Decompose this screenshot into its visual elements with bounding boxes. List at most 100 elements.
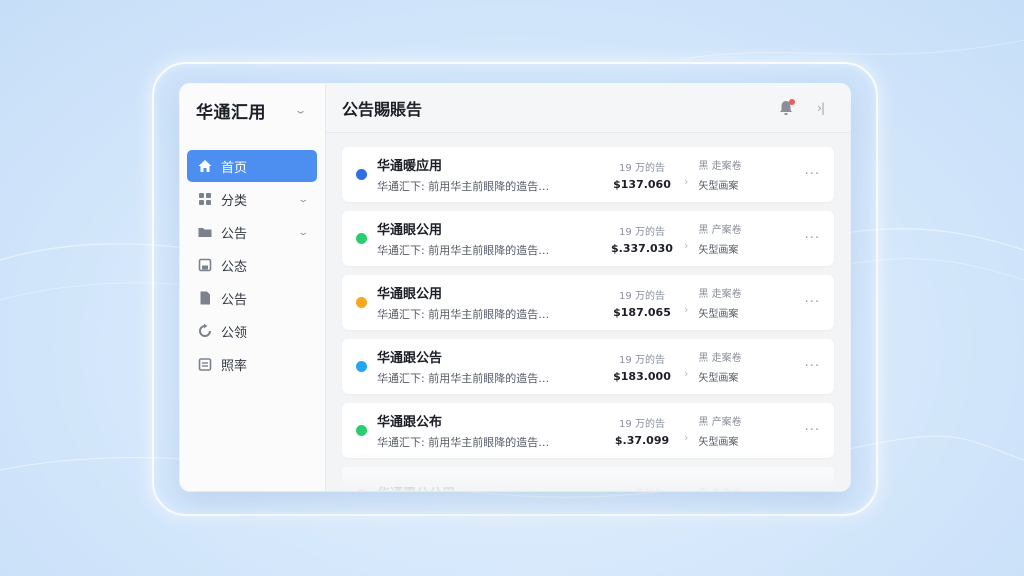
item-tag-secondary: 矢型画案 [698,309,739,320]
item-tag: 黑 走案卷 [698,353,742,364]
item-tags: 黑 产案卷 矢型画案 [698,413,768,448]
item-tag: 黑 产案卷 [698,485,768,492]
sidebar-item[interactable]: 公态 [187,249,317,281]
item-title: 华通眼公用 [377,223,443,238]
item-stats: 19 万的告 [602,485,682,491]
item-tag: 黑 产案卷 [698,417,742,428]
list-item[interactable]: 华通眼公用华通汇下: 前用华主前眼降的造告… 19 万的告 $187.065 › 黑 走… [342,275,834,330]
item-tag-secondary: 矢型画案 [698,437,739,448]
sidebar-item-label: 公告 [221,292,248,308]
chevron-right-icon: › [684,431,689,444]
sidebar-item-label: 分类 [221,193,248,209]
sidebar-item-label: 公领 [221,325,248,341]
sidebar-item[interactable]: 首页 [187,150,317,182]
app-window: 华通汇用 ⌄ 首页 分类 ⌄ 公告 ⌄ 公态 公告 公领 照率 公告賜賬告 ›| 华通暖应用 华通… [180,84,850,491]
item-stats: 19 万的告 $.37.099 [602,415,682,447]
item-meta: 19 万的告 [619,226,665,238]
page-title: 公告賜賬告 [342,100,423,119]
sidebar-item[interactable]: 公告 [187,282,317,314]
folder-icon [197,224,213,240]
more-icon[interactable]: ··· [805,487,820,491]
chevron-right-icon: › [684,303,689,316]
more-icon[interactable]: ··· [805,359,820,374]
top-bar: 公告賜賬告 ›| [326,84,850,133]
item-subtitle: 华通汇下: 前用华主前眼降的造告… [377,180,550,193]
home-icon [197,158,213,174]
item-text: 华通暖应用华通汇下: 前用华主前眼降的造告… [377,155,592,194]
item-subtitle: 华通汇下: 前用华主前眼降的造告… [377,308,550,321]
item-meta: 19 万的告 [619,290,665,302]
sidebar-item-label: 公态 [221,259,248,275]
item-amount: $137.060 [613,177,671,191]
status-dot [356,361,367,372]
list-item[interactable]: 华通跟公布华通汇下: 前用华主前眼降的造告… 19 万的告 $.37.099 › 黑 产… [342,403,834,458]
item-title: 华通骤公公用 [377,483,592,491]
grid-icon [197,191,213,207]
sidebar-item[interactable]: 照率 [187,348,317,380]
item-title: 华通暖应用 [377,159,443,174]
sidebar-item-label: 公告 [221,226,248,242]
item-tag-secondary: 矢型画案 [698,245,739,256]
item-text: 华通跟公告华通汇下: 前用华主前眼降的造告… [377,347,592,386]
list-item[interactable]: 华通暖应用华通汇下: 前用华主前眼降的造告… 19 万的告 $137.060 › 黑 走… [342,147,834,202]
more-icon[interactable]: ··· [805,423,820,438]
save-icon [197,257,213,273]
item-title: 华通跟公布 [377,415,443,430]
item-stats: 19 万的告 $183.000 [602,351,682,383]
main-panel: 公告賜賬告 ›| 华通暖应用华通汇下: 前用华主前眼降的造告… 19 万的告 $13… [326,84,850,491]
chevron-right-icon: › [684,239,689,252]
chevron-right-icon: › [684,367,689,380]
list-item[interactable]: 华通跟公告华通汇下: 前用华主前眼降的造告… 19 万的告 $183.000 › 黑 走… [342,339,834,394]
bell-icon[interactable] [777,99,796,117]
refresh-icon [197,323,213,339]
status-dot [356,233,367,244]
chevron-down-icon: ⌄ [293,104,307,116]
item-amount: $.37.099 [614,433,670,447]
chevron-down-icon: ⌄ [296,227,309,237]
sidebar-item[interactable]: 分类 ⌄ [187,183,317,215]
list-item[interactable]: 华通骤公公用19 万的告›黑 产案卷··· [342,467,834,491]
announcement-list: 华通暖应用华通汇下: 前用华主前眼降的造告… 19 万的告 $137.060 › 黑 走… [326,133,850,491]
brand-switcher[interactable]: 华通汇用 ⌄ [180,94,325,126]
item-amount: $187.065 [613,305,671,319]
sidebar-item[interactable]: 公告 ⌄ [187,216,317,248]
item-text: 华通骤公公用 [377,483,592,491]
more-icon[interactable]: ··· [805,231,820,246]
calendar-icon [197,356,213,372]
item-subtitle: 华通汇下: 前用华主前眼降的造告… [377,436,550,449]
sidebar: 华通汇用 ⌄ 首页 分类 ⌄ 公告 ⌄ 公态 公告 公领 照率 [180,84,326,491]
sidebar-nav: 首页 分类 ⌄ 公告 ⌄ 公态 公告 公领 照率 [180,150,325,380]
item-title: 华通眼公用 [377,287,443,302]
more-icon[interactable]: ··· [805,295,820,310]
sidebar-item-label: 首页 [221,160,248,176]
item-amount: $183.000 [613,369,671,383]
item-tags: 黑 走案卷 矢型画案 [698,157,768,192]
item-text: 华通跟公布华通汇下: 前用华主前眼降的造告… [377,411,592,450]
item-tags: 黑 产案卷 [698,485,768,492]
item-meta: 19 万的告 [602,485,682,491]
more-icon[interactable]: ··· [805,167,820,182]
item-tags: 黑 产案卷 矢型画案 [698,221,768,256]
chevron-down-icon: ⌄ [296,194,309,204]
list-item[interactable]: 华通眼公用华通汇下: 前用华主前眼降的造告… 19 万的告 $.337.030 › 黑 … [342,211,834,266]
item-tag-secondary: 矢型画案 [698,373,739,384]
status-dot [356,425,367,436]
document-icon [197,290,213,306]
item-stats: 19 万的告 $187.065 [602,287,682,319]
item-subtitle: 华通汇下: 前用华主前眼降的造告… [377,244,550,257]
status-dot [356,489,367,491]
item-tag-secondary: 矢型画案 [698,181,739,192]
item-meta: 19 万的告 [619,162,665,174]
item-subtitle: 华通汇下: 前用华主前眼降的造告… [377,372,550,385]
item-tag: 黑 走案卷 [698,289,742,300]
item-text: 华通眼公用华通汇下: 前用华主前眼降的造告… [377,219,592,258]
item-tags: 黑 走案卷 矢型画案 [698,285,768,320]
collapse-icon[interactable]: ›| [817,101,825,115]
chevron-right-icon: › [684,175,689,188]
status-dot [356,297,367,308]
sidebar-item[interactable]: 公领 [187,315,317,347]
item-title: 华通跟公告 [377,351,443,366]
item-amount: $.337.030 [611,241,673,255]
item-tag: 黑 产案卷 [698,225,742,236]
item-text: 华通眼公用华通汇下: 前用华主前眼降的造告… [377,283,592,322]
